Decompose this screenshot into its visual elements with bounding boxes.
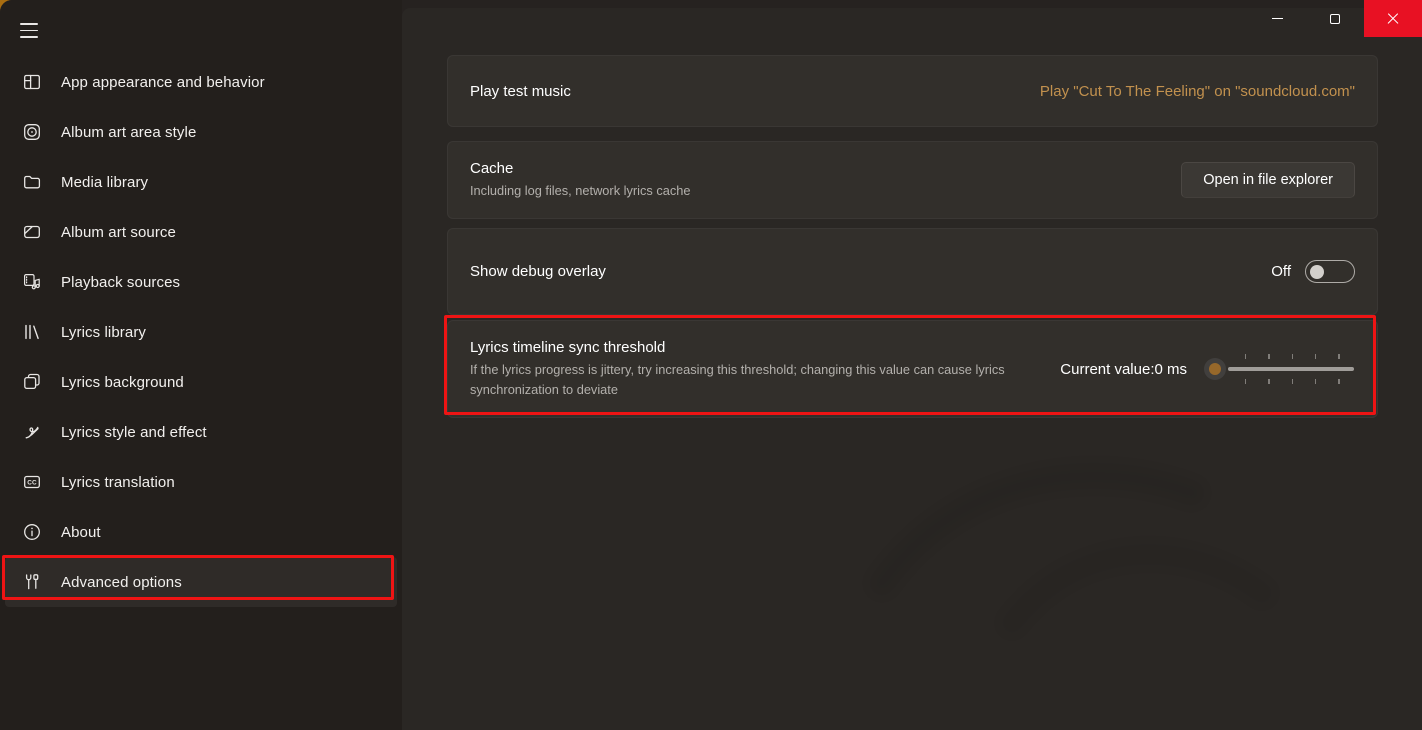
- sidebar-item-about[interactable]: About: [0, 507, 402, 557]
- sidebar-item-advanced-options[interactable]: Advanced options: [5, 557, 397, 607]
- debug-overlay-toggle[interactable]: [1305, 260, 1355, 283]
- card-show-debug-overlay: Show debug overlay Off: [447, 228, 1378, 315]
- sidebar-item-album-art-source[interactable]: Album art source: [0, 207, 402, 257]
- sidebar-item-label: Lyrics background: [61, 374, 184, 391]
- album-art-style-icon: [22, 122, 42, 142]
- sidebar-nav: App appearance and behavior Album art ar…: [0, 57, 402, 607]
- close-button[interactable]: [1364, 0, 1422, 37]
- open-in-file-explorer-button[interactable]: Open in file explorer: [1181, 162, 1355, 198]
- card-lyrics-timeline-sync-threshold: Lyrics timeline sync threshold If the ly…: [447, 320, 1378, 418]
- sidebar-item-label: App appearance and behavior: [61, 74, 265, 91]
- sidebar-item-lyrics-translation[interactable]: CC Lyrics translation: [0, 457, 402, 507]
- close-icon: [1386, 12, 1400, 26]
- setting-title: Cache: [470, 160, 1181, 177]
- layers-icon: [22, 372, 42, 392]
- setting-description: If the lyrics progress is jittery, try i…: [470, 360, 1015, 400]
- sidebar-item-label: Album art area style: [61, 124, 196, 141]
- slider-thumb[interactable]: [1204, 358, 1226, 380]
- hamburger-icon: [20, 36, 38, 38]
- sidebar-item-label: About: [61, 524, 101, 541]
- card-cache: Cache Including log files, network lyric…: [447, 141, 1378, 219]
- sidebar-item-label: Album art source: [61, 224, 176, 241]
- info-icon: [22, 522, 42, 542]
- hamburger-menu-button[interactable]: [20, 23, 38, 38]
- slider-current-value-label: Current value:0 ms: [1060, 361, 1187, 378]
- toggle-knob: [1310, 265, 1324, 279]
- sidebar-item-app-appearance[interactable]: App appearance and behavior: [0, 57, 402, 107]
- books-icon: [22, 322, 42, 342]
- sidebar-item-label: Media library: [61, 174, 148, 191]
- image-icon: [22, 222, 42, 242]
- sidebar-item-label: Playback sources: [61, 274, 180, 291]
- sidebar-item-album-art-area-style[interactable]: Album art area style: [0, 107, 402, 157]
- sidebar-item-label: Lyrics library: [61, 324, 146, 341]
- sidebar: App appearance and behavior Album art ar…: [0, 0, 402, 730]
- setting-title: Show debug overlay: [470, 263, 1271, 280]
- play-test-music-link[interactable]: Play "Cut To The Feeling" on "soundcloud…: [1040, 83, 1355, 100]
- svg-text:CC: CC: [27, 480, 37, 487]
- main-area: Play test music Play "Cut To The Feeling…: [402, 0, 1422, 730]
- sidebar-item-media-library[interactable]: Media library: [0, 157, 402, 207]
- minimize-icon: [1272, 18, 1283, 19]
- window-controls: [1248, 0, 1422, 37]
- sidebar-item-lyrics-library[interactable]: Lyrics library: [0, 307, 402, 357]
- setting-title: Lyrics timeline sync threshold: [470, 339, 1060, 356]
- setting-title: Play test music: [470, 83, 1040, 100]
- toggle-state-label: Off: [1271, 263, 1291, 280]
- closed-captions-icon: CC: [22, 472, 42, 492]
- sidebar-item-label: Advanced options: [61, 574, 182, 591]
- hamburger-icon: [20, 23, 38, 25]
- sidebar-item-label: Lyrics translation: [61, 474, 175, 491]
- folder-icon: [22, 172, 42, 192]
- background-watermark: [862, 423, 1292, 663]
- sidebar-item-playback-sources[interactable]: Playback sources: [0, 257, 402, 307]
- sidebar-item-lyrics-style-and-effect[interactable]: Lyrics style and effect: [0, 407, 402, 457]
- maximize-icon: [1330, 14, 1340, 24]
- minimize-button[interactable]: [1248, 0, 1306, 37]
- tools-icon: [22, 572, 42, 592]
- setting-subtitle: Including log files, network lyrics cach…: [470, 181, 1181, 201]
- app-window: App appearance and behavior Album art ar…: [0, 0, 1422, 730]
- pen-icon: [22, 422, 42, 442]
- slider-ticks: [1234, 379, 1349, 384]
- app-appearance-icon: [22, 72, 42, 92]
- sync-threshold-slider[interactable]: [1204, 347, 1355, 391]
- slider-ticks: [1234, 354, 1349, 359]
- settings-panel: Play test music Play "Cut To The Feeling…: [402, 8, 1422, 730]
- slider-track[interactable]: [1228, 367, 1354, 371]
- card-play-test-music: Play test music Play "Cut To The Feeling…: [447, 55, 1378, 127]
- music-note-icon: [22, 272, 42, 292]
- sidebar-item-label: Lyrics style and effect: [61, 424, 207, 441]
- sidebar-item-lyrics-background[interactable]: Lyrics background: [0, 357, 402, 407]
- maximize-button[interactable]: [1306, 0, 1364, 37]
- hamburger-icon: [20, 30, 38, 32]
